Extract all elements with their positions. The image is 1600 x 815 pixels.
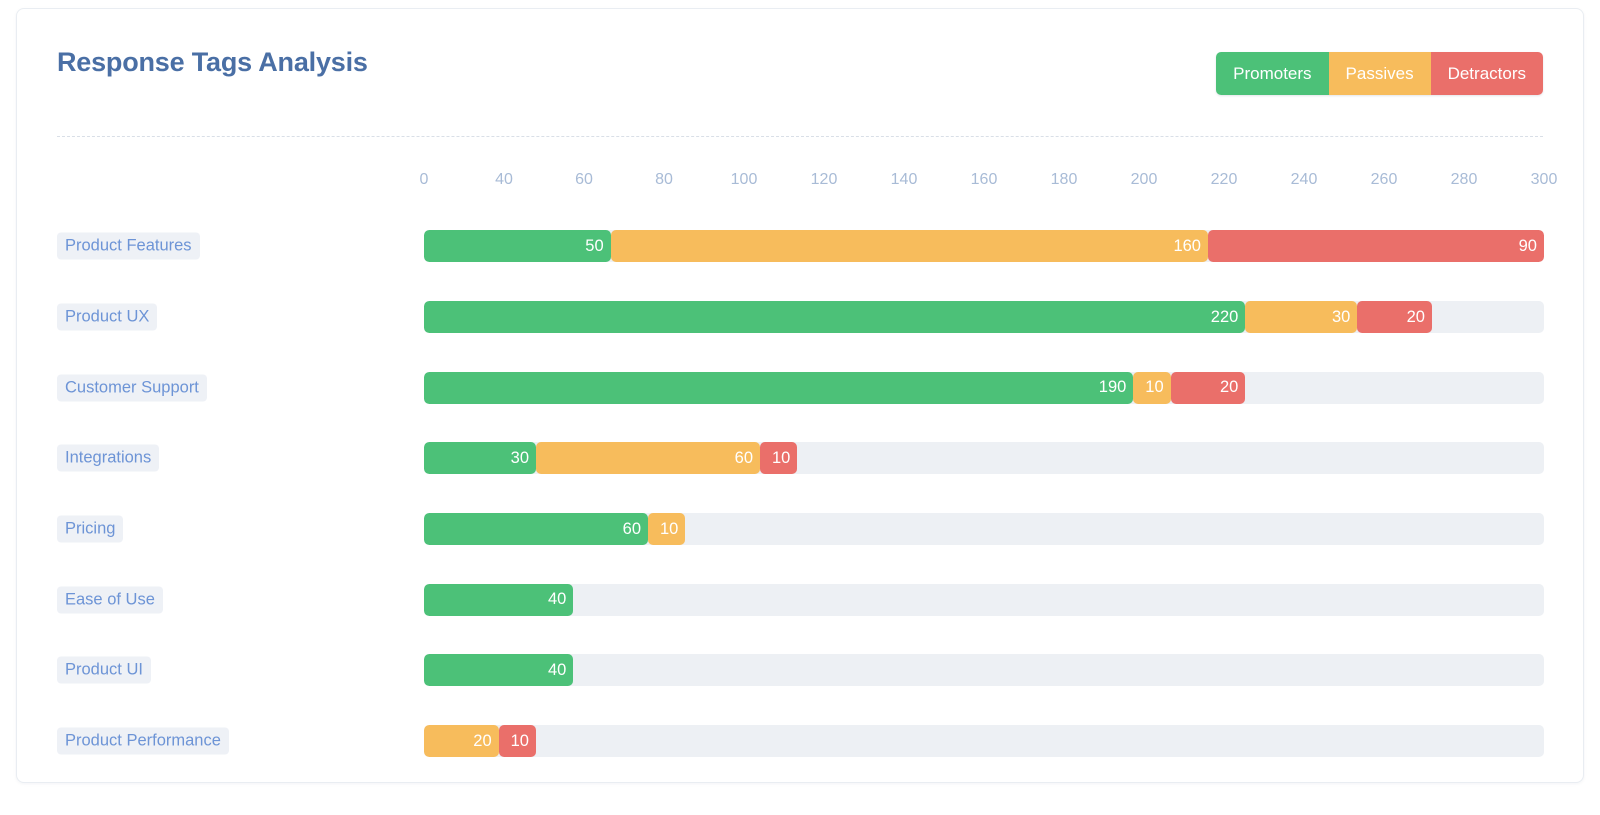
page-title: Response Tags Analysis [57, 47, 368, 78]
x-axis: 0406080100120140160180200220240260280300 [424, 171, 1544, 193]
bar-segment-promoters[interactable]: 40 [424, 654, 573, 686]
chart-row: Product Performance 2010 [17, 706, 1583, 777]
row-label-pricing[interactable]: Pricing [57, 516, 123, 543]
bar-segment-promoters[interactable]: 60 [424, 513, 648, 545]
axis-tick: 80 [655, 171, 673, 189]
chart-row: Product Features 5016090 [17, 211, 1583, 282]
bar-track: 2010 [424, 725, 1544, 757]
header-divider [57, 136, 1543, 137]
row-label-customer-support[interactable]: Customer Support [57, 374, 207, 401]
chart-area: 0 40 60 80 100 120 140 160 180 200 220 240 260 280 300… [17, 149, 1583, 782]
bar-segment-promoters[interactable]: 50 [424, 230, 611, 262]
response-tags-analysis-card: Response Tags Analysis PromotersPassives… [16, 8, 1584, 783]
bar-track: 5016090 [424, 230, 1544, 262]
chart-row: Product UX 2203020 [17, 282, 1583, 353]
bar-track: 2203020 [424, 301, 1544, 333]
chart-row: Product UI 40 [17, 635, 1583, 706]
row-label-product-features[interactable]: Product Features [57, 233, 200, 260]
chart-row: Integrations 306010 [17, 423, 1583, 494]
axis-tick: 160 [971, 171, 998, 189]
row-label-product-ux[interactable]: Product UX [57, 304, 157, 331]
bar-segment-detractors[interactable]: 90 [1208, 230, 1544, 262]
bar-segment-promoters[interactable]: 30 [424, 442, 536, 474]
bar-track: 40 [424, 654, 1544, 686]
chart-row: Ease of Use 40 [17, 564, 1583, 635]
legend: PromotersPassivesDetractors [1216, 52, 1543, 95]
axis-tick: 240 [1291, 171, 1318, 189]
row-label-integrations[interactable]: Integrations [57, 445, 159, 472]
axis-tick: 0 [420, 171, 429, 189]
chart-row: Pricing 6010 [17, 494, 1583, 565]
axis-tick: 60 [575, 171, 593, 189]
bar-track: 6010 [424, 513, 1544, 545]
axis-tick: 220 [1211, 171, 1238, 189]
bar-track: 40 [424, 584, 1544, 616]
bar-segment-passives[interactable]: 60 [536, 442, 760, 474]
bar-segment-detractors[interactable]: 20 [1171, 372, 1246, 404]
axis-tick: 200 [1131, 171, 1158, 189]
legend-item-passives[interactable]: Passives [1329, 52, 1431, 95]
bar-segment-passives[interactable]: 160 [611, 230, 1208, 262]
bar-segment-promoters[interactable]: 190 [424, 372, 1133, 404]
legend-item-detractors[interactable]: Detractors [1431, 52, 1543, 95]
axis-tick: 120 [811, 171, 838, 189]
bar-track: 1901020 [424, 372, 1544, 404]
axis-tick: 140 [891, 171, 918, 189]
axis-tick: 300 [1531, 171, 1558, 189]
bar-segment-passives[interactable]: 10 [1133, 372, 1170, 404]
bar-segment-promoters[interactable]: 220 [424, 301, 1245, 333]
bar-segment-passives[interactable]: 10 [648, 513, 685, 545]
axis-tick: 180 [1051, 171, 1078, 189]
bar-segment-promoters[interactable]: 40 [424, 584, 573, 616]
axis-tick: 40 [495, 171, 513, 189]
bar-track: 306010 [424, 442, 1544, 474]
bar-segment-passives[interactable]: 30 [1245, 301, 1357, 333]
axis-tick: 260 [1371, 171, 1398, 189]
card-header: Response Tags Analysis PromotersPassives… [17, 9, 1583, 127]
chart-rows: Product Features5016090Product UX2203020… [17, 211, 1583, 777]
axis-tick: 280 [1451, 171, 1478, 189]
bar-segment-passives[interactable]: 20 [424, 725, 499, 757]
bar-segment-detractors[interactable]: 20 [1357, 301, 1432, 333]
row-label-ease-of-use[interactable]: Ease of Use [57, 586, 163, 613]
bar-segment-detractors[interactable]: 10 [499, 725, 536, 757]
row-label-product-ui[interactable]: Product UI [57, 657, 151, 684]
chart-row: Customer Support 1901020 [17, 352, 1583, 423]
axis-tick: 100 [731, 171, 758, 189]
bar-segment-detractors[interactable]: 10 [760, 442, 797, 474]
row-label-product-performance[interactable]: Product Performance [57, 728, 229, 755]
legend-item-promoters[interactable]: Promoters [1216, 52, 1328, 95]
